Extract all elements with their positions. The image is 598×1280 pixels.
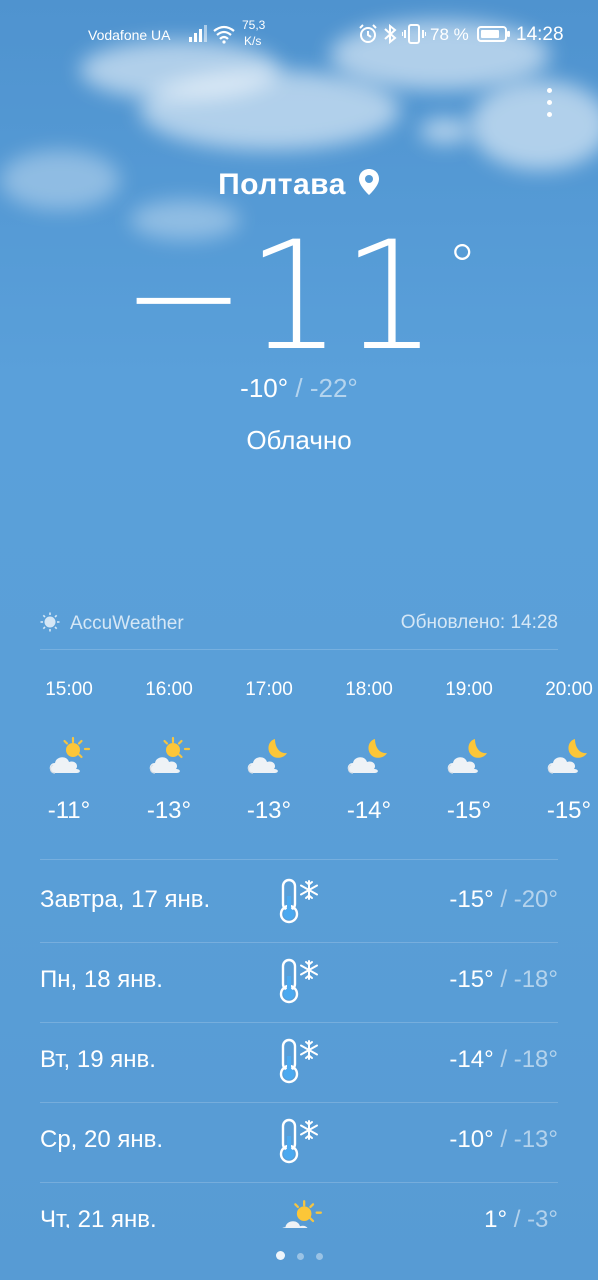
hourly-temperature: -15°	[546, 797, 592, 824]
high-low-separator: /	[493, 886, 514, 913]
cloudy-night-icon	[345, 735, 393, 779]
day-high: -14°	[449, 1046, 494, 1073]
background-cloud	[420, 118, 470, 144]
day-temperatures: -15° / -18°	[449, 966, 558, 994]
high-low-separator: /	[507, 1206, 528, 1228]
provider-info[interactable]: AccuWeather	[40, 612, 184, 635]
day-label: Ср, 20 янв.	[40, 1126, 164, 1153]
day-high: -15°	[449, 886, 494, 913]
city-name: Полтава	[218, 168, 346, 201]
cloudy-night-icon	[545, 735, 593, 779]
day-low: -3°	[527, 1206, 558, 1228]
day-temperatures: -14° / -18°	[449, 1046, 558, 1074]
day-label: Завтра, 17 янв.	[40, 886, 211, 913]
clock-time: 14:28	[516, 24, 564, 45]
more-options-icon[interactable]	[540, 88, 558, 122]
day-low: -18°	[513, 966, 558, 993]
wifi-icon	[212, 24, 236, 49]
city-title[interactable]: Полтава	[0, 168, 598, 204]
provider-row: AccuWeather Обновлено: 14:28	[40, 612, 558, 636]
battery-percent: 78 %	[430, 25, 469, 44]
day-high: 1°	[484, 1206, 508, 1228]
page-dot[interactable]	[315, 1253, 323, 1260]
high-low-temperature: -10° / -22°	[0, 373, 598, 404]
day-high: -10°	[449, 1126, 494, 1153]
updated-time: Обновлено: 14:28	[400, 612, 558, 633]
hourly-item: 18:00 -14°	[319, 660, 419, 825]
battery-icon	[477, 25, 511, 48]
hourly-temperature: -13°	[146, 797, 192, 824]
hourly-time: 20:00	[545, 679, 593, 700]
high-low-separator: /	[493, 966, 514, 993]
hourly-item: 17:00 -13°	[219, 660, 319, 825]
divider	[40, 649, 558, 650]
day-low: -18°	[513, 1046, 558, 1073]
cloudy-night-icon	[245, 735, 293, 779]
day-low: -13°	[513, 1126, 558, 1153]
current-temperature-value: −11	[120, 210, 438, 384]
background-cloud	[140, 70, 400, 150]
location-pin-icon	[358, 168, 380, 204]
day-low: -20°	[513, 886, 558, 913]
today-high: -10°	[240, 373, 289, 403]
high-low-separator: /	[288, 373, 310, 403]
hourly-time: 16:00	[145, 679, 193, 700]
hourly-forecast[interactable]: 15:00 -11° 16:00 -13° 17:00 -13° 18:00 -14° 19:0…	[0, 660, 598, 850]
page-dot[interactable]	[296, 1253, 304, 1260]
page-indicator[interactable]	[0, 1247, 598, 1265]
hourly-temperature: -15°	[446, 797, 492, 824]
background-cloud	[470, 80, 598, 170]
frost-thermometer-icon	[275, 1038, 325, 1084]
hourly-item: 15:00 -11°	[19, 660, 119, 825]
day-high: -15°	[449, 966, 494, 993]
partly-sunny-icon	[145, 735, 193, 779]
frost-thermometer-icon	[275, 958, 325, 1004]
day-label: Вт, 19 янв.	[40, 1046, 156, 1073]
high-low-separator: /	[493, 1046, 514, 1073]
partly-sunny-icon	[275, 1198, 325, 1228]
accuweather-logo-icon	[40, 612, 60, 632]
daily-forecast-row[interactable]: Завтра, 17 янв. -15° / -20°	[40, 860, 558, 940]
daily-forecast-row[interactable]: Ср, 20 янв. -10° / -13°	[40, 1100, 558, 1180]
vibrate-icon	[401, 24, 427, 49]
hourly-temperature: -11°	[47, 797, 91, 824]
network-speed-value: 75,3	[242, 18, 266, 32]
daily-forecast[interactable]: Завтра, 17 янв. -15° / -20° Пн, 18 янв. -15…	[0, 860, 598, 1228]
hourly-item: 16:00 -13°	[119, 660, 219, 825]
network-speed-unit: K/s	[244, 34, 262, 48]
cloudy-night-icon	[445, 735, 493, 779]
weather-condition: Облачно	[246, 425, 352, 455]
carrier-name: Vodafone UA	[88, 27, 171, 43]
hourly-time: 19:00	[445, 679, 493, 700]
day-temperatures: -15° / -20°	[449, 886, 558, 914]
hourly-time: 17:00	[245, 679, 293, 700]
alarm-icon	[358, 24, 378, 49]
hourly-item: 20:00 -15°	[519, 660, 598, 825]
current-temperature: −11 °	[0, 222, 598, 372]
high-low-separator: /	[493, 1126, 514, 1153]
day-label: Пн, 18 янв.	[40, 966, 163, 993]
daily-forecast-row[interactable]: Вт, 19 янв. -14° / -18°	[40, 1020, 558, 1100]
frost-thermometer-icon	[275, 1118, 325, 1164]
signal-icon	[188, 24, 208, 47]
bluetooth-icon	[383, 23, 397, 49]
frost-thermometer-icon	[275, 878, 325, 924]
current-temperature-degree: °	[447, 232, 478, 302]
status-bar: Vodafone UA 75,3 K/s 78 % 14:28	[0, 0, 598, 70]
hourly-time: 15:00	[45, 679, 93, 700]
daily-forecast-row[interactable]: Чт, 21 янв. 1° / -3°	[40, 1180, 558, 1228]
day-temperatures: -10° / -13°	[449, 1126, 558, 1154]
hourly-temperature: -13°	[246, 797, 292, 824]
day-label: Чт, 21 янв.	[40, 1206, 157, 1228]
hourly-item: 19:00 -15°	[419, 660, 519, 825]
hourly-temperature: -14°	[346, 797, 392, 824]
page-dot[interactable]	[275, 1251, 285, 1260]
provider-name: AccuWeather	[70, 613, 184, 634]
daily-forecast-row[interactable]: Пн, 18 янв. -15° / -18°	[40, 940, 558, 1020]
hourly-time: 18:00	[345, 679, 393, 700]
day-temperatures: 1° / -3°	[484, 1206, 558, 1228]
partly-sunny-icon	[45, 735, 93, 779]
today-low: -22°	[309, 373, 358, 403]
